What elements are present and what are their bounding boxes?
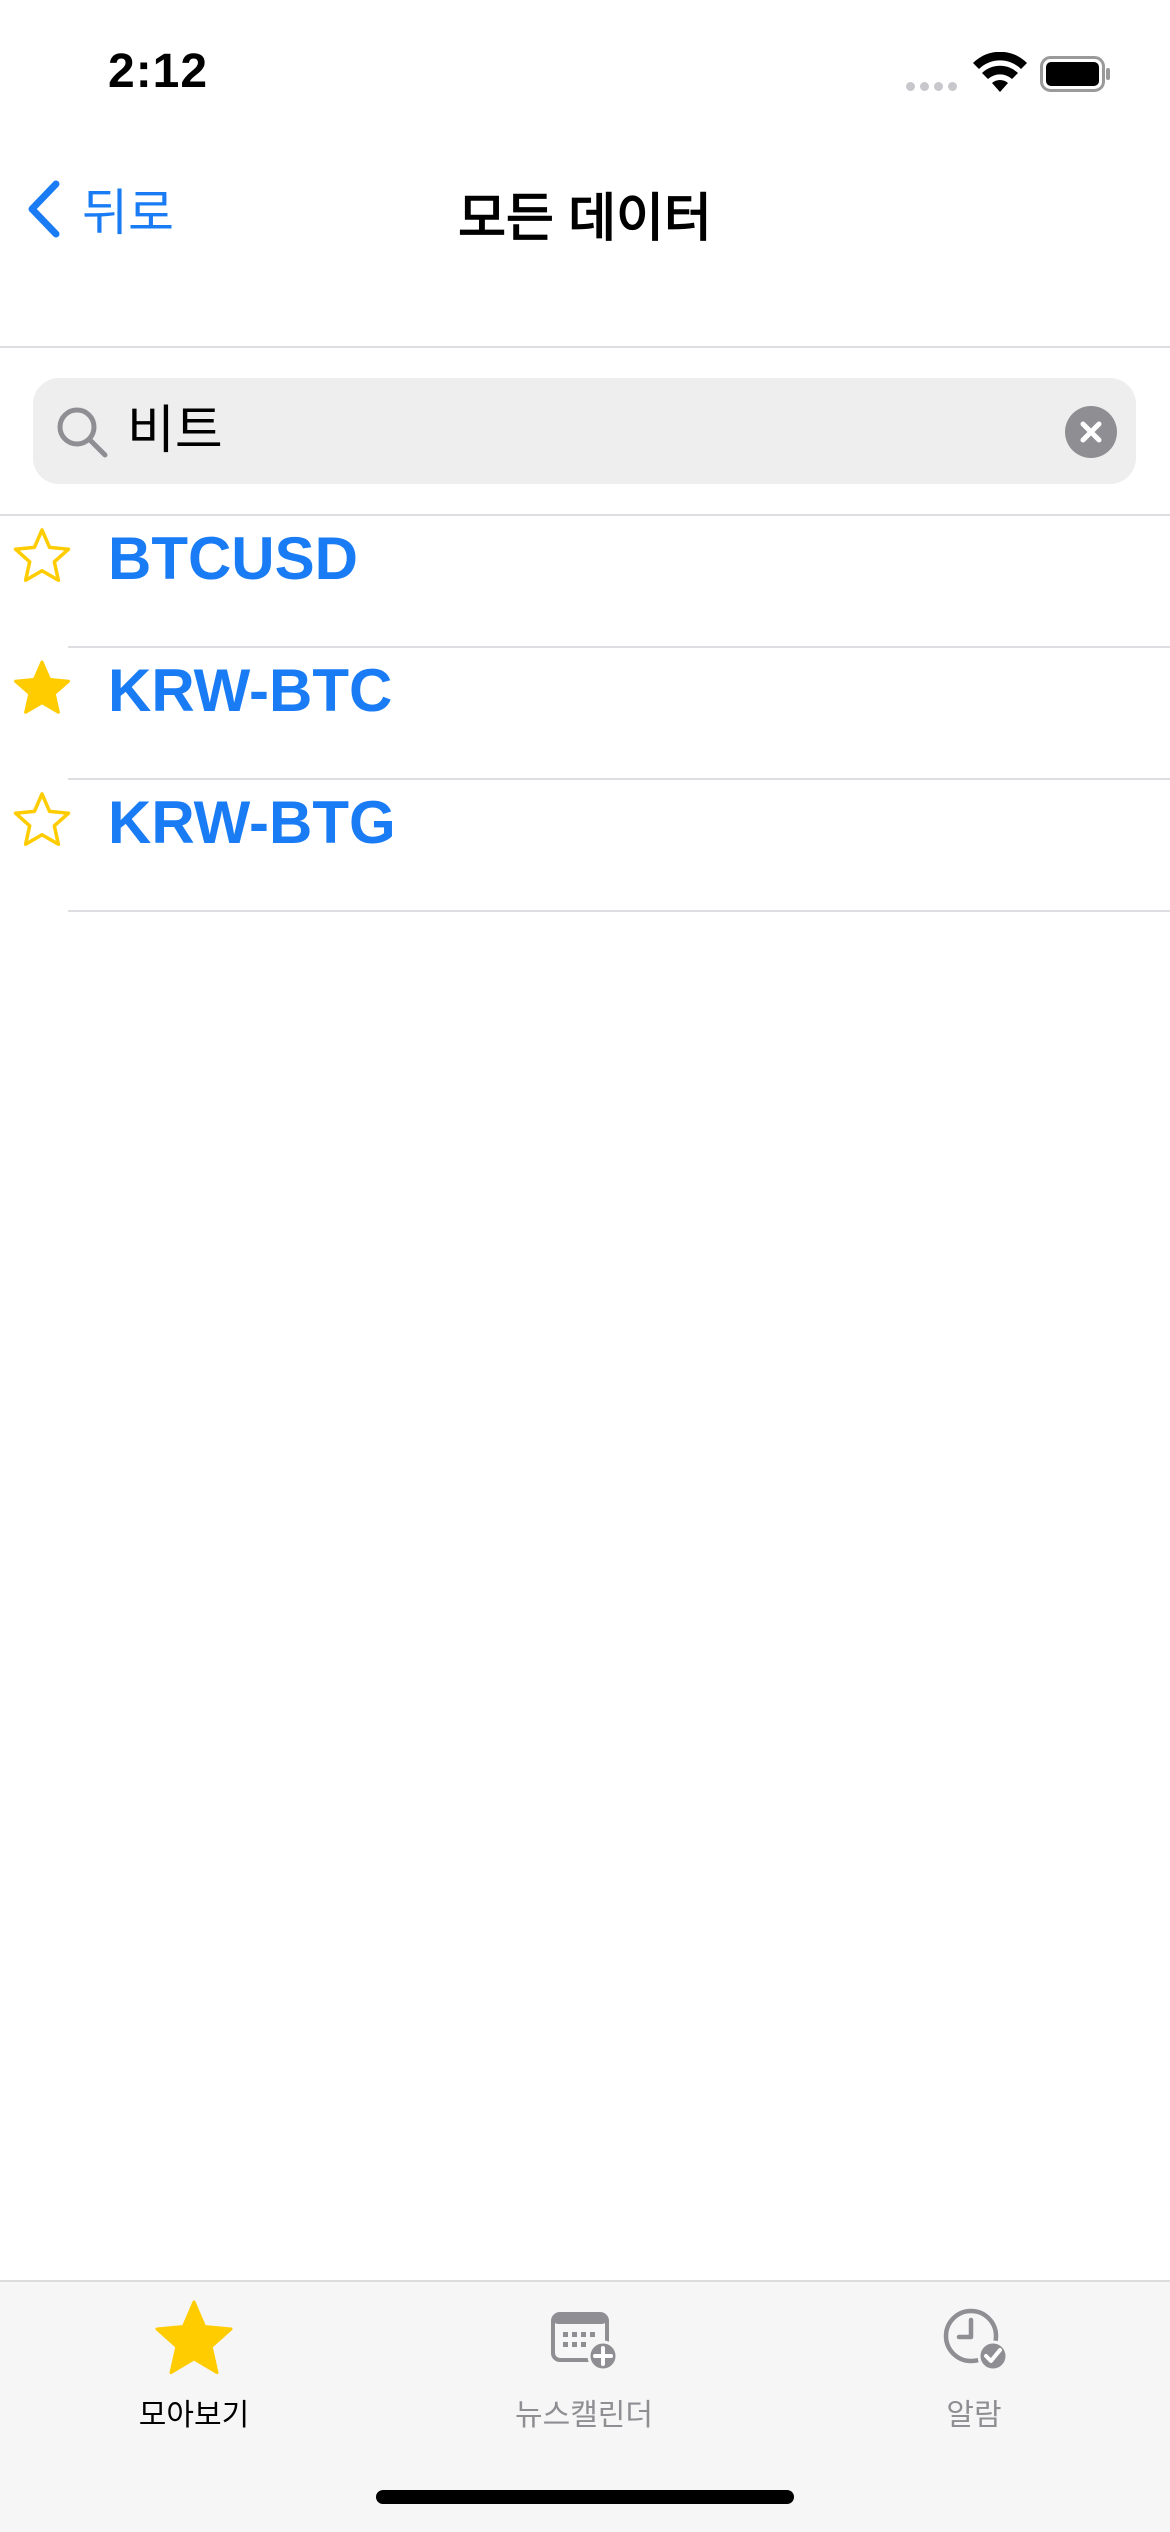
result-list: BTCUSD KRW-BTC KRW-BTG <box>0 514 1170 912</box>
star-icon <box>155 2300 233 2375</box>
clock-check-icon <box>943 2308 1009 2372</box>
cellular-signal-icon <box>906 82 957 91</box>
search-input[interactable]: 비트 <box>127 378 223 484</box>
divider <box>68 910 1170 912</box>
clear-search-button[interactable] <box>1065 406 1117 458</box>
search-icon <box>57 407 108 458</box>
star-outline-icon[interactable] <box>12 790 72 850</box>
tab-favorites[interactable]: 모아보기 <box>44 2296 344 2446</box>
tab-news-calendar[interactable]: 뉴스캘린더 <box>434 2296 734 2446</box>
calendar-add-icon <box>551 2312 619 2372</box>
status-bar: 2:12 <box>0 0 1170 140</box>
page-title: 모든 데이터 <box>458 190 712 248</box>
tab-label: 뉴스캘린더 <box>515 2399 653 2432</box>
star-outline-icon[interactable] <box>12 526 72 586</box>
battery-icon <box>1040 56 1110 92</box>
tab-alarm[interactable]: 알람 <box>824 2296 1124 2446</box>
search-bar[interactable]: 비트 <box>33 378 1136 484</box>
tab-label: 알람 <box>946 2399 1002 2432</box>
list-item[interactable]: KRW-BTG <box>0 780 1170 912</box>
close-icon <box>1080 421 1102 443</box>
home-indicator <box>376 2490 794 2504</box>
list-item[interactable]: BTCUSD <box>0 516 1170 648</box>
symbol-label: KRW-BTG <box>108 789 396 856</box>
list-item[interactable]: KRW-BTC <box>0 648 1170 780</box>
navigation-bar: 뒤로 모든 데이터 <box>0 140 1170 348</box>
status-time: 2:12 <box>108 45 209 98</box>
wifi-icon <box>973 52 1027 92</box>
symbol-label: BTCUSD <box>108 525 358 592</box>
star-filled-icon[interactable] <box>12 658 72 718</box>
symbol-label: KRW-BTC <box>108 657 393 724</box>
tab-label: 모아보기 <box>138 2399 250 2432</box>
